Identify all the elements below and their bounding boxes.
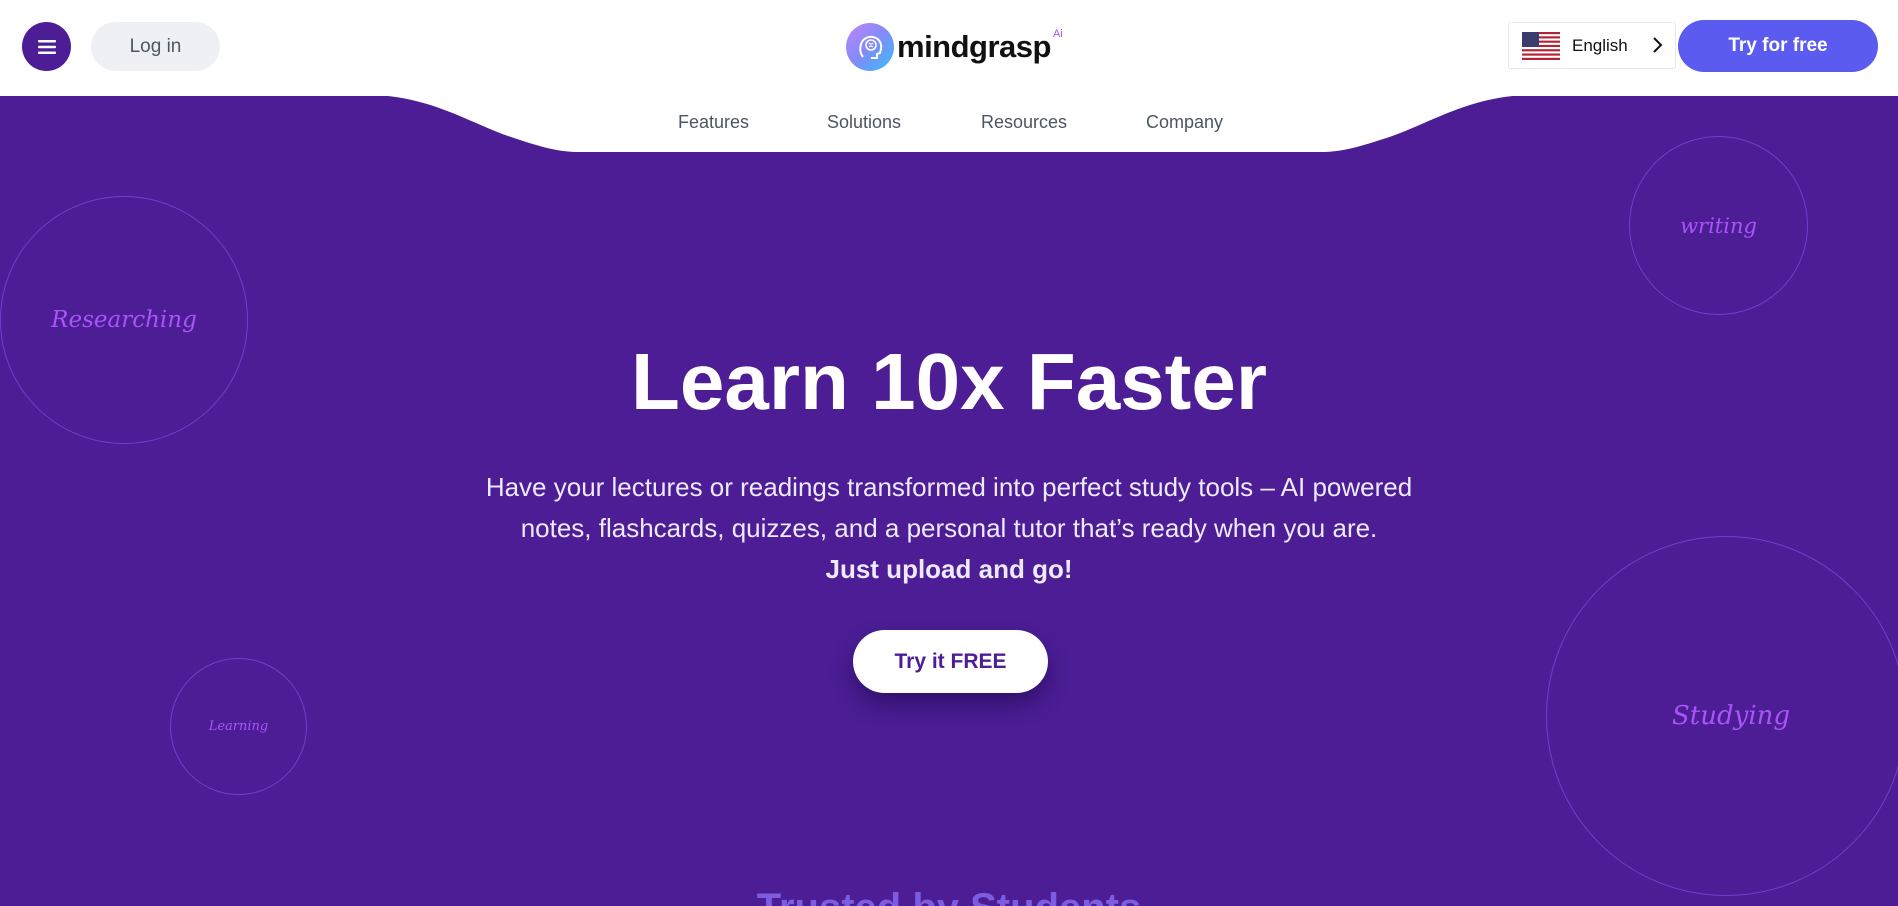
logo[interactable]: mindgrasp Ai: [846, 22, 1063, 72]
hero-subtitle-line-2: notes, flashcards, quizzes, and a person…: [520, 513, 1378, 543]
logo-text: mindgrasp: [897, 29, 1051, 64]
nav-features[interactable]: Features: [678, 112, 749, 133]
menu-button[interactable]: [22, 22, 71, 71]
bubble-researching: Researching: [0, 196, 248, 444]
next-section-heading: Trusted by Students: [0, 888, 1898, 906]
brain-head-icon: [846, 23, 894, 71]
try-it-free-button[interactable]: Try it FREE: [853, 630, 1048, 693]
hero-subtitle: Have your lectures or readings transform…: [0, 467, 1898, 590]
logo-ai-badge: Ai: [1052, 28, 1063, 40]
nav-company[interactable]: Company: [1146, 112, 1223, 133]
bubble-studying-label: Studying: [1672, 701, 1791, 731]
login-button[interactable]: Log in: [91, 22, 220, 71]
chevron-right-icon: [1653, 37, 1663, 53]
main-nav: Features Solutions Resources Company: [0, 96, 1898, 148]
us-flag-icon: [1522, 31, 1560, 60]
bubble-writing: writing: [1629, 136, 1808, 315]
language-label: English: [1572, 35, 1628, 55]
try-for-free-button[interactable]: Try for free: [1678, 20, 1878, 72]
nav-resources[interactable]: Resources: [981, 112, 1067, 133]
hamburger-menu-icon: [37, 39, 56, 54]
site-header: Log in mindgrasp Ai English Try for free: [0, 0, 1898, 96]
language-selector[interactable]: English: [1508, 22, 1676, 69]
bubble-learning: Learning: [170, 658, 307, 795]
hero-subtitle-line-1: Have your lectures or readings transform…: [485, 472, 1413, 502]
hero-title: Learn 10x Faster: [631, 337, 1267, 426]
bubble-writing-label: writing: [1680, 213, 1757, 238]
nav-solutions[interactable]: Solutions: [827, 112, 901, 133]
bubble-studying: Studying: [1546, 536, 1898, 896]
bubble-researching-label: Researching: [51, 307, 197, 333]
bubble-learning-label: Learning: [208, 719, 269, 734]
